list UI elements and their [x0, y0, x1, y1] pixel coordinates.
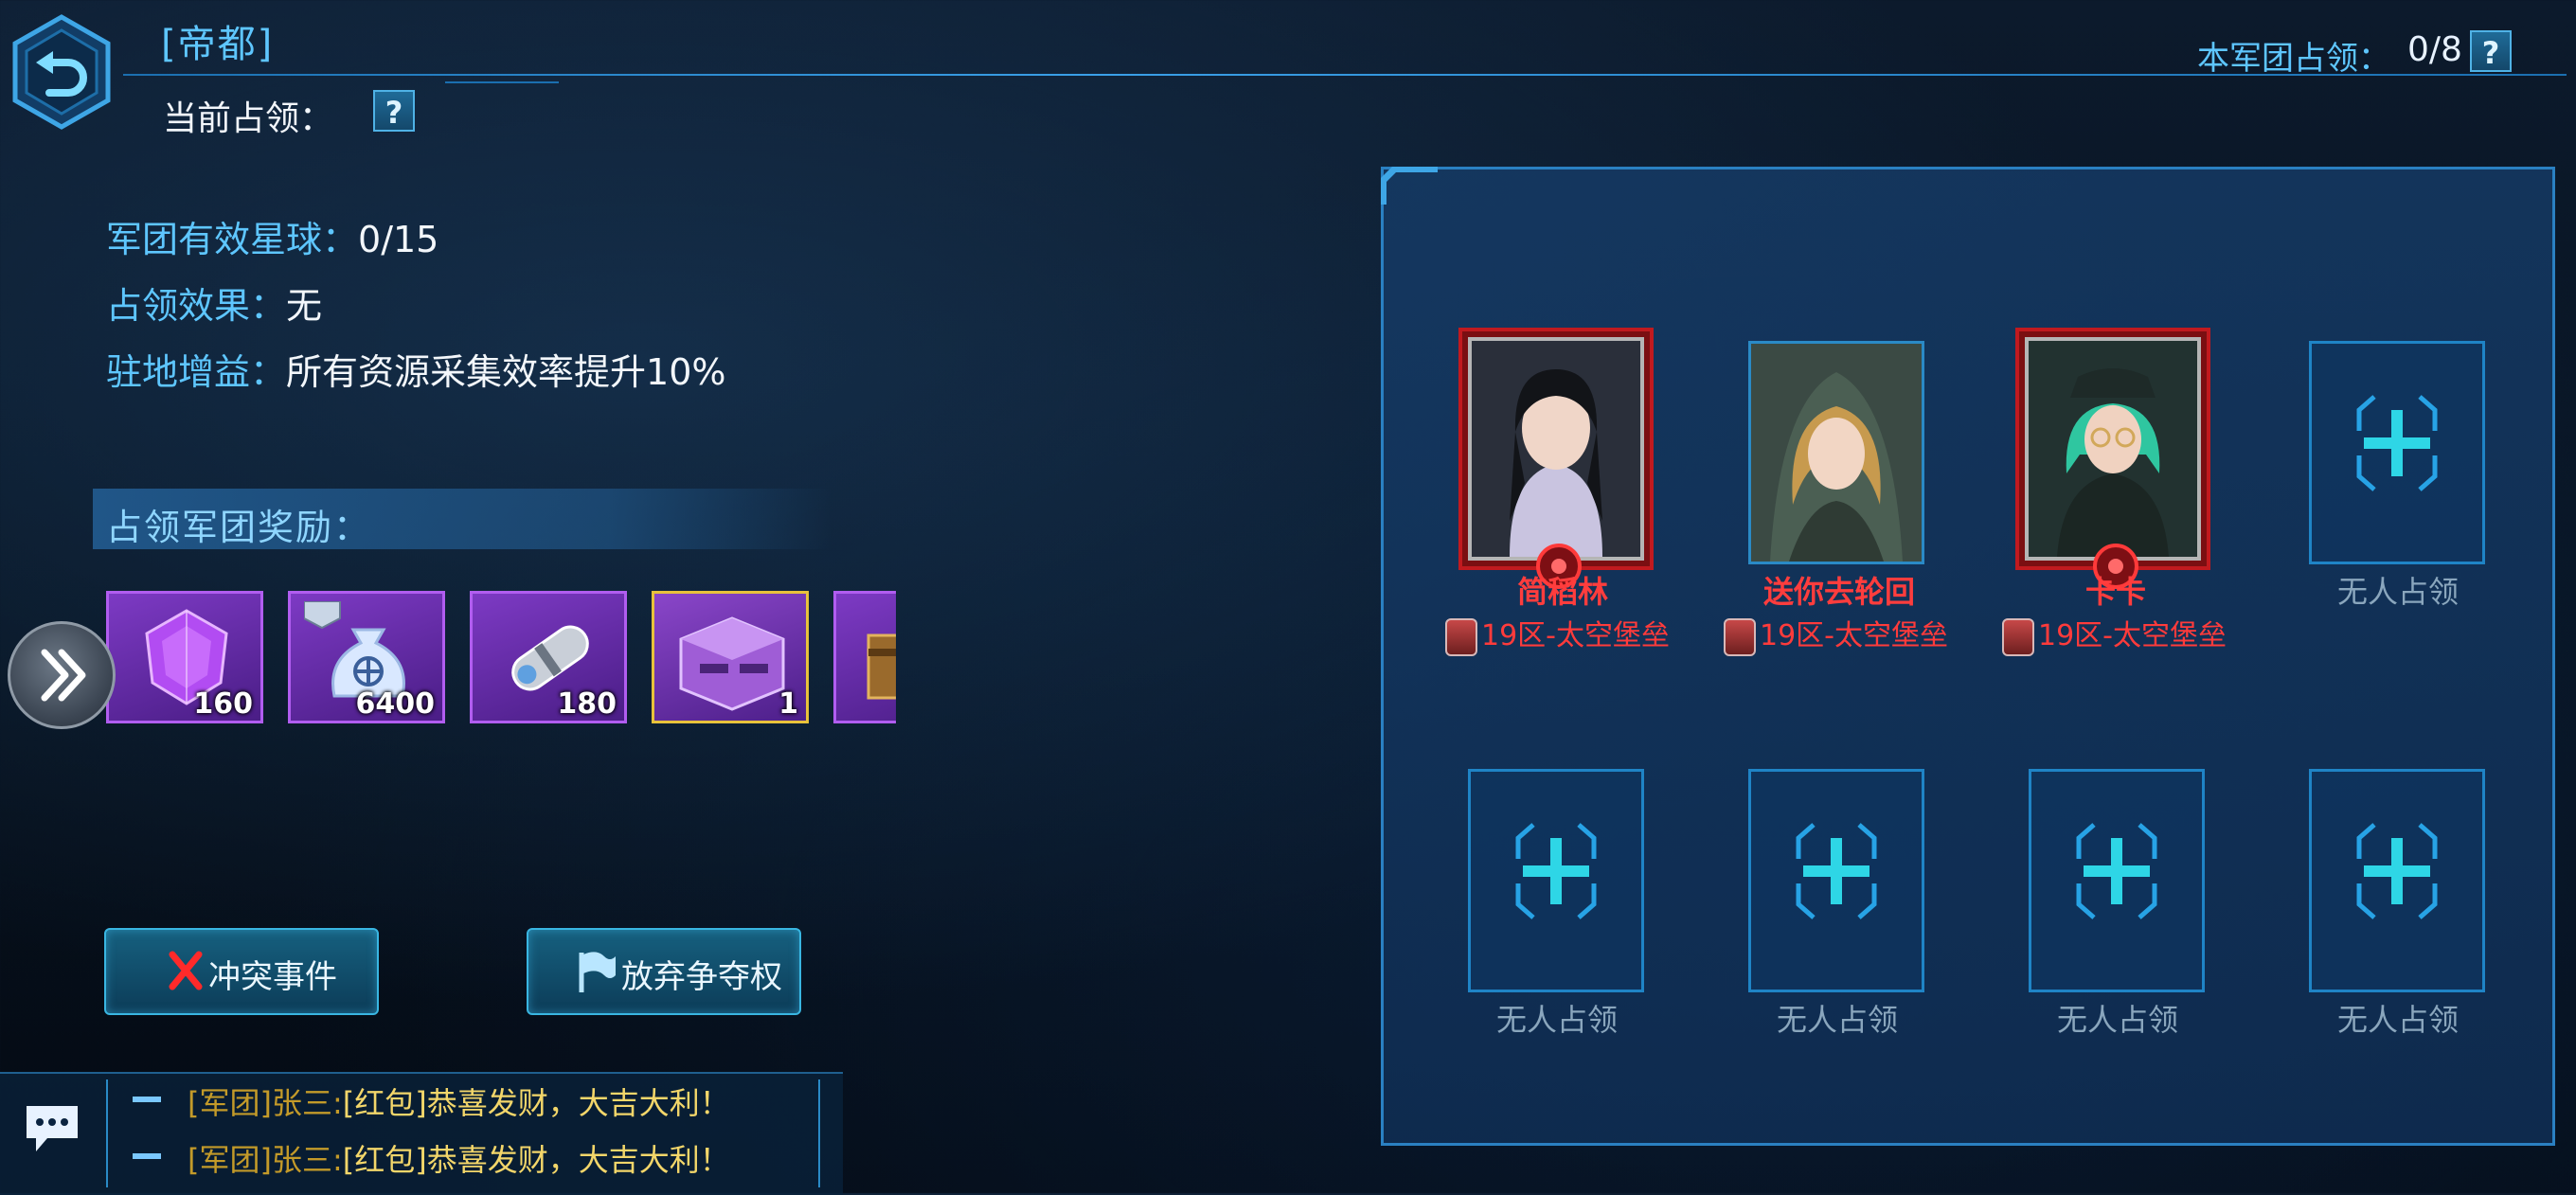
chat-message: [红包]恭喜发财，大吉大利！: [342, 1142, 730, 1178]
add-plus-icon: [2356, 395, 2438, 491]
army-occupy-value: 0/8: [2407, 30, 2462, 69]
add-plus-icon: [2076, 823, 2157, 919]
conflict-events-button[interactable]: 冲突事件: [104, 928, 379, 1015]
occupy-effect-label: 占领效果：: [106, 285, 287, 327]
empty-slot[interactable]: [2029, 769, 2205, 992]
commander-portrait: [1751, 344, 1922, 562]
reward-item-count: 6400: [355, 687, 436, 721]
occupy-effect-row: 占领效果：无: [106, 276, 322, 329]
occupant-slot[interactable]: [1468, 337, 1644, 561]
flag-icon: [579, 952, 616, 992]
scroll-rewards-button[interactable]: [8, 621, 116, 729]
occupant-name: 卡卡: [2084, 574, 2146, 610]
garrison-bonus-row: 驻地增益：所有资源采集效率提升10%: [106, 343, 725, 395]
chat-line: [军团]张三:[红包]恭喜发财，大吉大利！: [188, 1079, 730, 1123]
chat-button[interactable]: [23, 1102, 81, 1151]
page-title: [帝都]: [161, 23, 275, 66]
zone-shield-icon: [1445, 617, 1477, 656]
reward-item[interactable]: 1: [652, 591, 809, 723]
current-occupy-help-button[interactable]: ?: [373, 90, 415, 132]
reward-item-count: 1: [778, 687, 798, 721]
garrison-bonus-label: 驻地增益：: [106, 351, 287, 393]
occupant-zone: 19区-太空堡垒: [2002, 612, 2227, 656]
empty-slot-label: 无人占领: [2056, 1002, 2178, 1038]
add-plus-icon: [1515, 823, 1597, 919]
chat-bar[interactable]: [军团]张三:[红包]恭喜发财，大吉大利！ [军团]张三:[红包]恭喜发财，大吉…: [0, 1072, 843, 1195]
reward-header-label: 占领军团奖励：: [106, 507, 372, 548]
empty-slot-label: 无人占领: [2336, 1002, 2459, 1038]
zone-shield-icon: [1724, 617, 1756, 656]
chest-icon: [867, 633, 896, 700]
chat-message: [红包]恭喜发财，大吉大利！: [342, 1085, 730, 1121]
occupant-name: 送你去轮回: [1762, 574, 1915, 610]
chat-messages: [军团]张三:[红包]恭喜发财，大吉大利！ [军团]张三:[红包]恭喜发财，大吉…: [106, 1079, 820, 1187]
chat-line-marker: [133, 1097, 161, 1102]
empty-slot-label: 无人占领: [1495, 1002, 1618, 1038]
header-divider-accent: [445, 81, 559, 83]
army-occupy-label: 本军团占领：: [2197, 40, 2390, 78]
add-plus-icon: [2356, 823, 2438, 919]
panel-corner-decoration: [1381, 167, 1438, 205]
occupant-name: 简稻林: [1516, 574, 1608, 610]
occupant-slot[interactable]: [1748, 341, 1924, 564]
valid-planets-value: 0/15: [358, 219, 439, 260]
reward-item-list[interactable]: 160 6400 180 1: [106, 591, 896, 727]
army-occupy-help-button[interactable]: ?: [2470, 30, 2512, 72]
occupant-slot[interactable]: [2025, 337, 2201, 561]
cross-icon: [169, 951, 203, 990]
commander-portrait: [1472, 341, 1640, 557]
reward-item-count: 160: [193, 687, 253, 721]
abandon-claim-label: 放弃争夺权: [621, 958, 782, 996]
add-plus-icon: [1796, 823, 1877, 919]
back-button[interactable]: [9, 13, 114, 131]
empty-slot-label: 无人占领: [1776, 1002, 1898, 1038]
abandon-claim-button[interactable]: 放弃争夺权: [527, 928, 801, 1015]
chat-bubble-icon: [27, 1106, 78, 1151]
chat-sender: [军团]张三:: [188, 1142, 343, 1178]
zone-shield-icon: [2002, 617, 2034, 656]
back-arrow-icon: [12, 14, 111, 130]
occupy-effect-value: 无: [286, 285, 323, 327]
chat-sender: [军团]张三:: [188, 1085, 343, 1121]
valid-planets-row: 军团有效星球：0/15: [106, 210, 438, 262]
chat-line: [军团]张三:[红包]恭喜发财，大吉大利！: [188, 1136, 730, 1180]
reward-item[interactable]: 160: [106, 591, 263, 723]
reward-item[interactable]: 180: [470, 591, 627, 723]
reward-item[interactable]: 6400: [288, 591, 445, 723]
empty-slot[interactable]: [2309, 341, 2485, 564]
empty-slot[interactable]: [2309, 769, 2485, 992]
commander-portrait: [2029, 341, 2197, 557]
conflict-events-label: 冲突事件: [208, 958, 337, 996]
occupant-zone: 19区-太空堡垒: [1724, 612, 1948, 656]
current-occupy-label: 当前占领：: [163, 99, 334, 138]
supply-crate-icon: [679, 616, 785, 711]
chat-line-marker: [133, 1153, 161, 1159]
occupant-zone: 19区-太空堡垒: [1445, 612, 1670, 656]
valid-planets-label: 军团有效星球：: [106, 219, 359, 260]
empty-slot-label: 无人占领: [2336, 574, 2459, 610]
reward-item[interactable]: [833, 591, 896, 723]
empty-slot[interactable]: [1748, 769, 1924, 992]
reward-item-count: 180: [557, 687, 617, 721]
double-chevron-right-icon: [41, 649, 86, 702]
question-icon: ?: [2481, 35, 2500, 71]
reward-section-header: 占领军团奖励：: [93, 489, 832, 549]
question-icon: ?: [385, 95, 403, 131]
garrison-bonus-value: 所有资源采集效率提升10%: [286, 351, 726, 393]
empty-slot[interactable]: [1468, 769, 1644, 992]
